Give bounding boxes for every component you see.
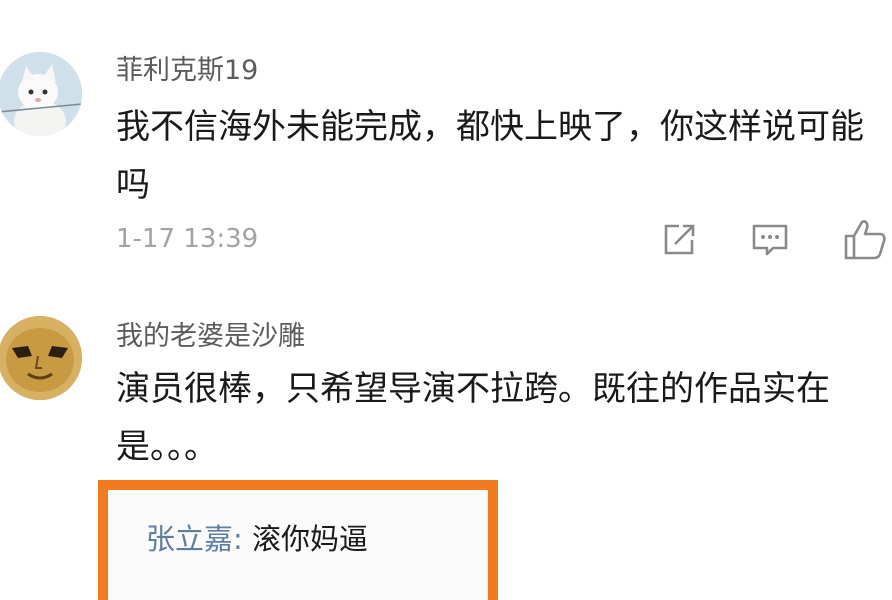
reply-author[interactable]: 张立嘉 [146,522,233,556]
comment-icon[interactable] [751,222,789,262]
reply-text: 滚你妈逼 [252,522,369,556]
mask-avatar-icon [0,316,82,400]
comment-item: 菲利克斯19 我不信海外未能完成，都快上映了，你这样说可能吗 1-17 13:3… [0,0,892,290]
cat-avatar-icon [0,52,82,136]
thumbs-up-icon[interactable] [844,218,888,264]
avatar[interactable] [0,316,82,400]
avatar[interactable] [0,52,82,136]
reply-highlight-box: 张立嘉: 滚你妈逼 [98,480,498,600]
username[interactable]: 我的老婆是沙雕 [116,314,305,353]
comment-text: 演员很棒，只希望导演不拉跨。既往的作品实在是。。。 [116,369,830,467]
reply-separator: : [233,522,253,556]
timestamp: 1-17 13:39 [116,224,259,254]
comment-text: 我不信海外未能完成，都快上映了，你这样说可能吗 [116,107,864,205]
username[interactable]: 菲利克斯19 [116,48,258,87]
share-icon[interactable] [661,222,697,262]
